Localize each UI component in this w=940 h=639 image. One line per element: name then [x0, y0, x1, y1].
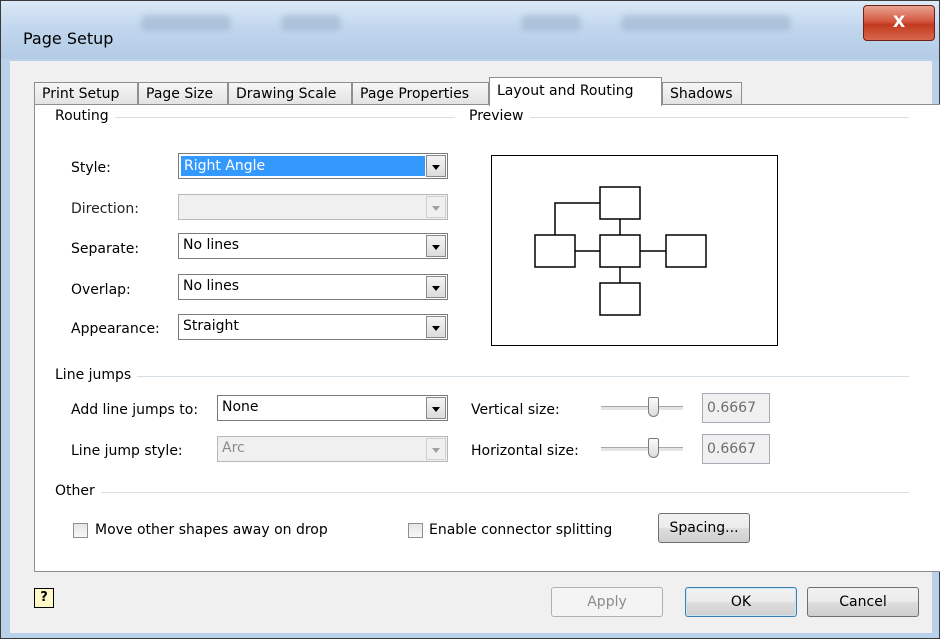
routing-group-label: Routing [55, 108, 115, 124]
preview-diagram [534, 186, 707, 316]
separate-label: Separate: [71, 241, 140, 257]
preview-node-right [665, 234, 707, 268]
horizontal-size-slider-thumb[interactable] [648, 438, 659, 458]
connector-splitting-checkbox[interactable] [408, 523, 423, 538]
move-shapes-label[interactable]: Move other shapes away on drop [95, 522, 328, 538]
vertical-size-slider-track[interactable] [601, 406, 683, 411]
tab-drawing-scale[interactable]: Drawing Scale [228, 82, 352, 105]
tab-layout-and-routing[interactable]: Layout and Routing [489, 77, 662, 106]
add-line-jumps-value: None [222, 399, 259, 415]
close-button[interactable]: X [863, 5, 935, 41]
dialog-client: Print Setup Page Size Drawing Scale Page… [10, 61, 940, 633]
style-label: Style: [71, 160, 111, 176]
routing-preview [491, 155, 778, 346]
title-bar: Page Setup X [1, 1, 939, 59]
dropdown-arrow-icon[interactable] [426, 397, 446, 419]
line-jump-style-combo: Arc [217, 436, 448, 462]
apply-button: Apply [551, 587, 663, 617]
appearance-value: Straight [183, 318, 239, 334]
dropdown-arrow-icon[interactable] [426, 155, 446, 177]
spacing-button[interactable]: Spacing... [658, 513, 750, 543]
line-jump-style-value: Arc [222, 440, 245, 456]
direction-label: Direction: [71, 201, 139, 217]
page-setup-dialog: Page Setup X Print Setup Page Size Drawi… [0, 0, 940, 639]
connector-splitting-label[interactable]: Enable connector splitting [429, 522, 612, 538]
dropdown-arrow-icon[interactable] [426, 235, 446, 257]
line-jump-style-label: Line jump style: [71, 443, 183, 459]
preview-connector-top-left [554, 202, 600, 235]
dropdown-arrow-icon [426, 196, 446, 218]
appearance-combo[interactable]: Straight [178, 314, 448, 340]
dropdown-arrow-icon[interactable] [426, 276, 446, 298]
preview-node-center [599, 234, 641, 268]
dropdown-arrow-icon[interactable] [426, 316, 446, 338]
tab-page-size[interactable]: Page Size [138, 82, 228, 105]
dialog-title: Page Setup [23, 29, 114, 48]
other-group-label: Other [55, 483, 101, 499]
horizontal-size-input[interactable]: 0.6667 [702, 434, 770, 464]
overlap-label: Overlap: [71, 282, 131, 298]
close-icon: X [892, 12, 906, 31]
preview-node-top [599, 186, 641, 220]
move-shapes-checkbox[interactable] [73, 523, 88, 538]
vertical-size-label: Vertical size: [471, 402, 560, 418]
layout-routing-panel: Routing Style: Right Angle Direction: Se… [34, 104, 940, 572]
tab-page-properties[interactable]: Page Properties [352, 82, 489, 105]
vertical-size-slider-thumb[interactable] [648, 397, 659, 417]
dropdown-arrow-icon [426, 438, 446, 460]
add-line-jumps-label: Add line jumps to: [71, 402, 199, 418]
style-value: Right Angle [180, 155, 426, 177]
tab-print-setup[interactable]: Print Setup [34, 82, 138, 105]
ok-button[interactable]: OK [685, 587, 797, 617]
line-jumps-group-label: Line jumps [55, 367, 138, 383]
separate-value: No lines [183, 237, 240, 253]
help-icon[interactable]: ? [34, 588, 54, 608]
preview-node-bottom [599, 282, 641, 316]
cancel-button[interactable]: Cancel [807, 587, 919, 617]
vertical-size-input[interactable]: 0.6667 [702, 393, 770, 423]
tab-shadows[interactable]: Shadows [662, 82, 742, 105]
overlap-combo[interactable]: No lines [178, 274, 448, 300]
overlap-value: No lines [183, 278, 240, 294]
separate-combo[interactable]: No lines [178, 233, 448, 259]
horizontal-size-slider-track[interactable] [601, 447, 683, 452]
horizontal-size-label: Horizontal size: [471, 443, 579, 459]
add-line-jumps-combo[interactable]: None [217, 395, 448, 421]
direction-combo [178, 194, 448, 220]
appearance-label: Appearance: [71, 321, 160, 337]
style-combo[interactable]: Right Angle [178, 153, 448, 179]
preview-group-label: Preview [469, 108, 530, 124]
preview-node-left [534, 234, 576, 268]
